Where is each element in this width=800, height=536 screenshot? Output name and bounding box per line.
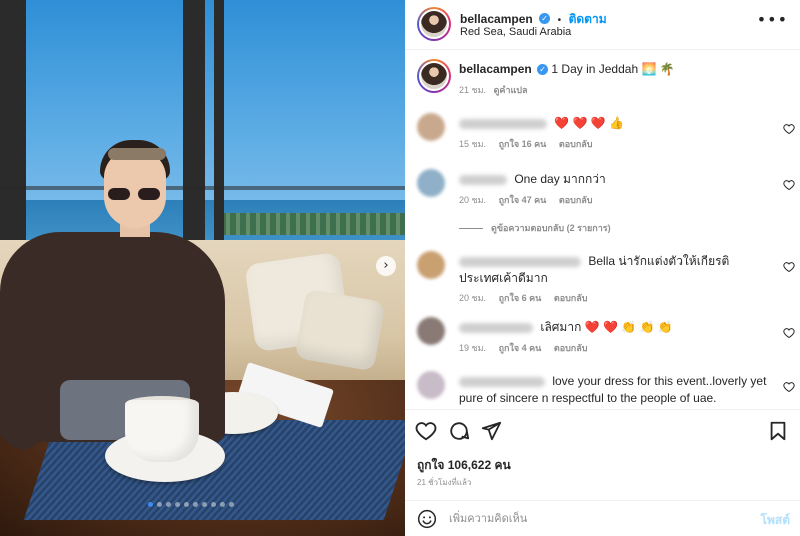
- comment-likes[interactable]: ถูกใจ 4 คน: [499, 343, 542, 353]
- photo-palms: [220, 213, 405, 235]
- reply-button[interactable]: ตอบกลับ: [559, 195, 593, 205]
- post-comment-button[interactable]: โพสต์: [761, 511, 790, 530]
- photo-cup: [125, 400, 199, 462]
- caption-meta: 21 ชม. ดูคำแปล: [459, 83, 528, 97]
- header-separator: •: [557, 15, 562, 26]
- photo-person-sunglasses: [106, 188, 162, 200]
- window-frame: [183, 0, 205, 260]
- caption-text: 1 Day in Jeddah 🌅 🌴: [551, 62, 675, 76]
- comment-text: One day มากกว่า: [514, 172, 606, 186]
- carousel-dot: [193, 502, 198, 507]
- carousel-dots: [148, 502, 234, 507]
- comment-meta: 20 ชม. ถูกใจ 6 คน ตอบกลับ: [459, 291, 597, 305]
- comment-username-redacted[interactable]: [459, 118, 547, 129]
- carousel-dot: [148, 502, 153, 507]
- post-timestamp[interactable]: 21 ชั่วโมงที่แล้ว: [417, 476, 471, 489]
- comment-likes[interactable]: ถูกใจ 16 คน: [499, 139, 547, 149]
- window-frame: [214, 0, 224, 260]
- caption-text-row: bellacampen ✓ 1 Day in Jeddah 🌅 🌴: [459, 62, 675, 76]
- post-actions-bar: ถูกใจ 106,622 คน 21 ชั่วโมงที่แล้ว: [405, 409, 800, 499]
- comment-time: 19 ชม.: [459, 343, 487, 353]
- post-details-panel: bellacampen ✓ • ติดตาม Red Sea, Saudi Ar…: [405, 0, 800, 536]
- author-avatar[interactable]: [417, 7, 451, 41]
- translate-link[interactable]: ดูคำแปล: [494, 85, 528, 95]
- comment-username-redacted[interactable]: [459, 174, 507, 185]
- more-options-icon[interactable]: •••: [757, 10, 788, 29]
- comment-like-heart-icon[interactable]: [783, 179, 795, 191]
- verified-badge-icon: ✓: [539, 13, 551, 25]
- comment-like-heart-icon[interactable]: [783, 327, 795, 339]
- post-location[interactable]: Red Sea, Saudi Arabia: [460, 26, 571, 38]
- comment-username-redacted[interactable]: [459, 256, 581, 267]
- comment-meta: 15 ชม. ถูกใจ 16 คน ตอบกลับ: [459, 137, 603, 151]
- comment-time: 20 ชม.: [459, 293, 487, 303]
- verified-badge-icon: ✓: [537, 64, 549, 76]
- share-paper-plane-icon[interactable]: [480, 420, 502, 442]
- comment-likes[interactable]: ถูกใจ 47 คน: [499, 195, 547, 205]
- carousel-dot: [166, 502, 171, 507]
- save-bookmark-icon[interactable]: [767, 420, 789, 442]
- comment-username-redacted[interactable]: [459, 376, 545, 387]
- reply-button[interactable]: ตอบกลับ: [554, 343, 588, 353]
- carousel-next-icon[interactable]: ›: [376, 256, 396, 276]
- follow-button[interactable]: ติดตาม: [569, 12, 607, 26]
- comment-bubble-icon[interactable]: [448, 420, 470, 442]
- comment-likes[interactable]: ถูกใจ 6 คน: [499, 293, 542, 303]
- photo-cushion: [294, 288, 386, 372]
- carousel-dot: [229, 502, 234, 507]
- post-header: bellacampen ✓ • ติดตาม Red Sea, Saudi Ar…: [405, 0, 800, 50]
- comment-like-heart-icon[interactable]: [783, 261, 795, 273]
- caption-username[interactable]: bellacampen: [459, 62, 532, 76]
- caption-avatar[interactable]: [417, 59, 451, 93]
- replies-divider: [459, 228, 483, 230]
- comment-meta: 19 ชม. ถูกใจ 4 คน ตอบกลับ: [459, 341, 597, 355]
- comment-like-heart-icon[interactable]: [783, 123, 795, 135]
- comment-body: ❤️ ❤️ ❤️ 👍: [459, 115, 769, 132]
- comment-body: Bella น่ารักแต่งตัวให้เกียรติประเทศเค้าด…: [459, 253, 769, 287]
- comment-body: love your dress for this event..loverly …: [459, 373, 769, 407]
- carousel-dot: [220, 502, 225, 507]
- view-replies-button[interactable]: ดูข้อความตอบกลับ (2 รายการ): [459, 221, 611, 235]
- post-modal: › bellacampen ✓ • ติดตาม Red Sea, Saudi …: [0, 0, 800, 536]
- carousel-dot: [175, 502, 180, 507]
- comment-avatar[interactable]: [417, 371, 445, 399]
- add-comment-bar: โพสต์: [405, 500, 800, 536]
- likes-count[interactable]: ถูกใจ 106,622 คน: [417, 456, 511, 475]
- comment-meta: 20 ชม. ถูกใจ 47 คน ตอบกลับ: [459, 193, 603, 207]
- reply-button[interactable]: ตอบกลับ: [554, 293, 588, 303]
- comment-input[interactable]: [449, 509, 739, 529]
- comment-body: เลิศมาก ❤️ ❤️ 👏 👏 👏: [459, 319, 769, 336]
- comment-avatar[interactable]: [417, 169, 445, 197]
- like-heart-icon[interactable]: [415, 420, 437, 442]
- comment-avatar[interactable]: [417, 251, 445, 279]
- comment-body: One day มากกว่า: [459, 171, 769, 188]
- window-rail: [0, 186, 405, 190]
- photo-person-headband: [108, 148, 166, 160]
- carousel-dot: [202, 502, 207, 507]
- reply-button[interactable]: ตอบกลับ: [559, 139, 593, 149]
- carousel-dot: [184, 502, 189, 507]
- comment-like-heart-icon[interactable]: [783, 381, 795, 393]
- comment-text: เลิศมาก ❤️ ❤️ 👏 👏 👏: [540, 320, 673, 334]
- comment-time: 15 ชม.: [459, 139, 487, 149]
- comment-text: ❤️ ❤️ ❤️ 👍: [554, 116, 625, 130]
- carousel-dot: [211, 502, 216, 507]
- comment-username-redacted[interactable]: [459, 322, 533, 333]
- comments-list[interactable]: bellacampen ✓ 1 Day in Jeddah 🌅 🌴 21 ชม.…: [405, 51, 800, 409]
- comment-avatar[interactable]: [417, 113, 445, 141]
- carousel-dot: [157, 502, 162, 507]
- emoji-picker-icon[interactable]: [417, 509, 437, 529]
- window-frame: [0, 0, 26, 260]
- comment-avatar[interactable]: [417, 317, 445, 345]
- author-username[interactable]: bellacampen: [460, 12, 533, 26]
- view-replies-label[interactable]: ดูข้อความตอบกลับ (2 รายการ): [491, 223, 611, 233]
- caption-time: 21 ชม.: [459, 85, 487, 95]
- comment-time: 20 ชม.: [459, 195, 487, 205]
- post-photo[interactable]: ›: [0, 0, 405, 536]
